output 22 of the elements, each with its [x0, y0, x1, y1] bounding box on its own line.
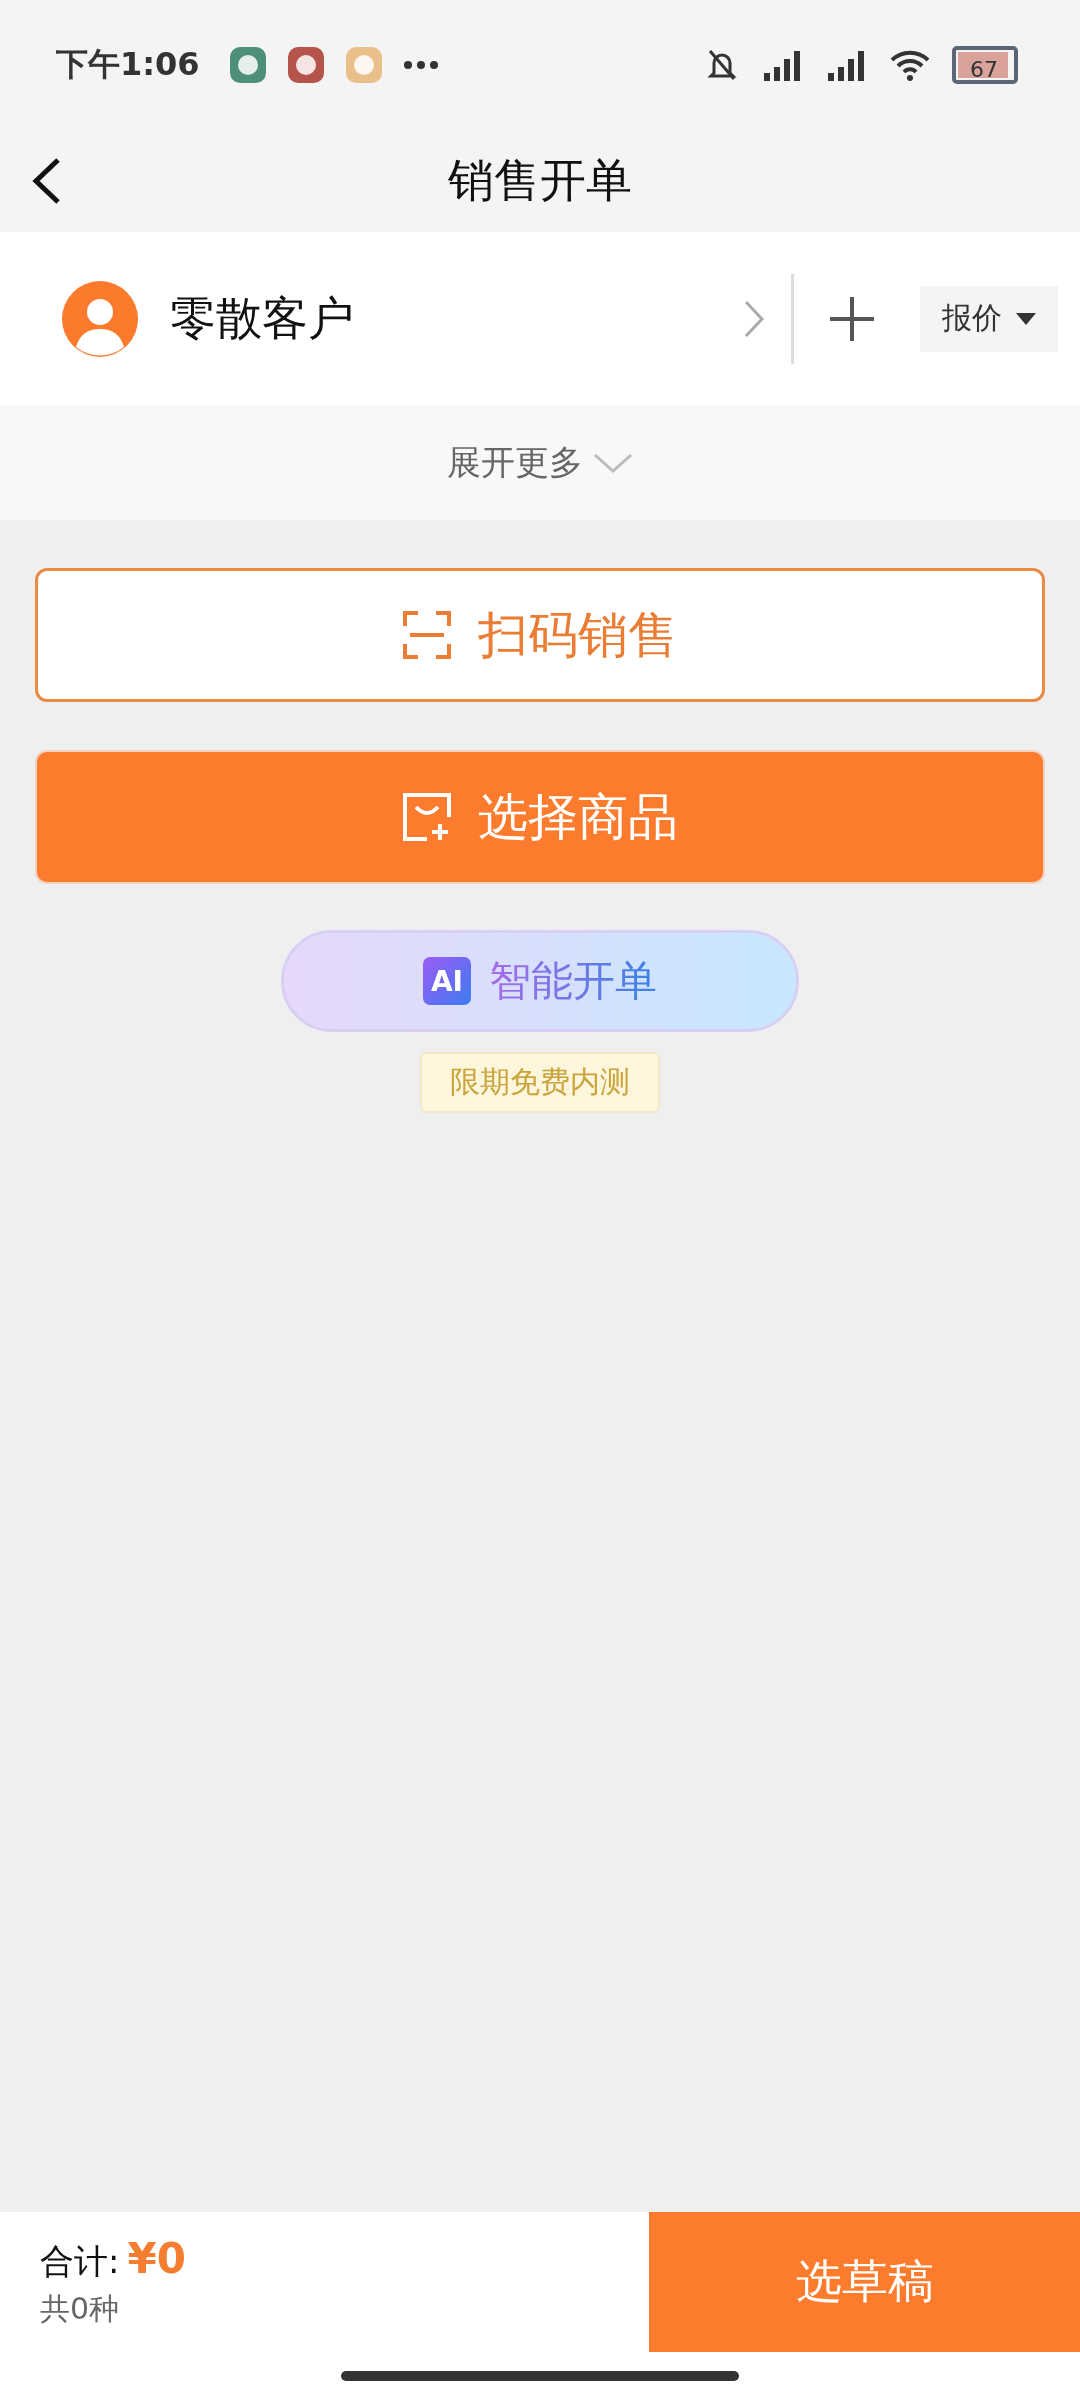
more-icon: [403, 61, 438, 69]
total-label: 合计:: [40, 2240, 120, 2283]
expand-more-button[interactable]: 展开更多: [0, 405, 1080, 520]
beta-tag: 限期免费内测: [420, 1052, 660, 1113]
add-goods-icon: [402, 792, 452, 842]
mute-icon: [704, 47, 740, 83]
wifi-icon: [890, 48, 930, 82]
total-amount: ¥0: [127, 2234, 186, 2283]
price-type-dropdown[interactable]: 报价: [920, 285, 1058, 352]
draft-button[interactable]: 选草稿: [649, 2212, 1080, 2352]
avatar-icon: [62, 280, 138, 357]
battery-level: 67: [970, 57, 998, 82]
select-goods-button[interactable]: 选择商品: [35, 750, 1045, 884]
customer-name[interactable]: 零散客户: [170, 287, 743, 350]
ai-order-button[interactable]: AI 智能开单: [281, 930, 799, 1032]
scan-button[interactable]: 扫码销售: [35, 568, 1045, 702]
caret-down-icon: [1016, 312, 1036, 325]
scan-icon: [402, 610, 452, 660]
add-icon[interactable]: [830, 296, 874, 341]
item-count: 共0种: [40, 2290, 121, 2328]
page-title: 销售开单: [448, 152, 632, 209]
status-time: 下午1:06: [56, 44, 200, 85]
